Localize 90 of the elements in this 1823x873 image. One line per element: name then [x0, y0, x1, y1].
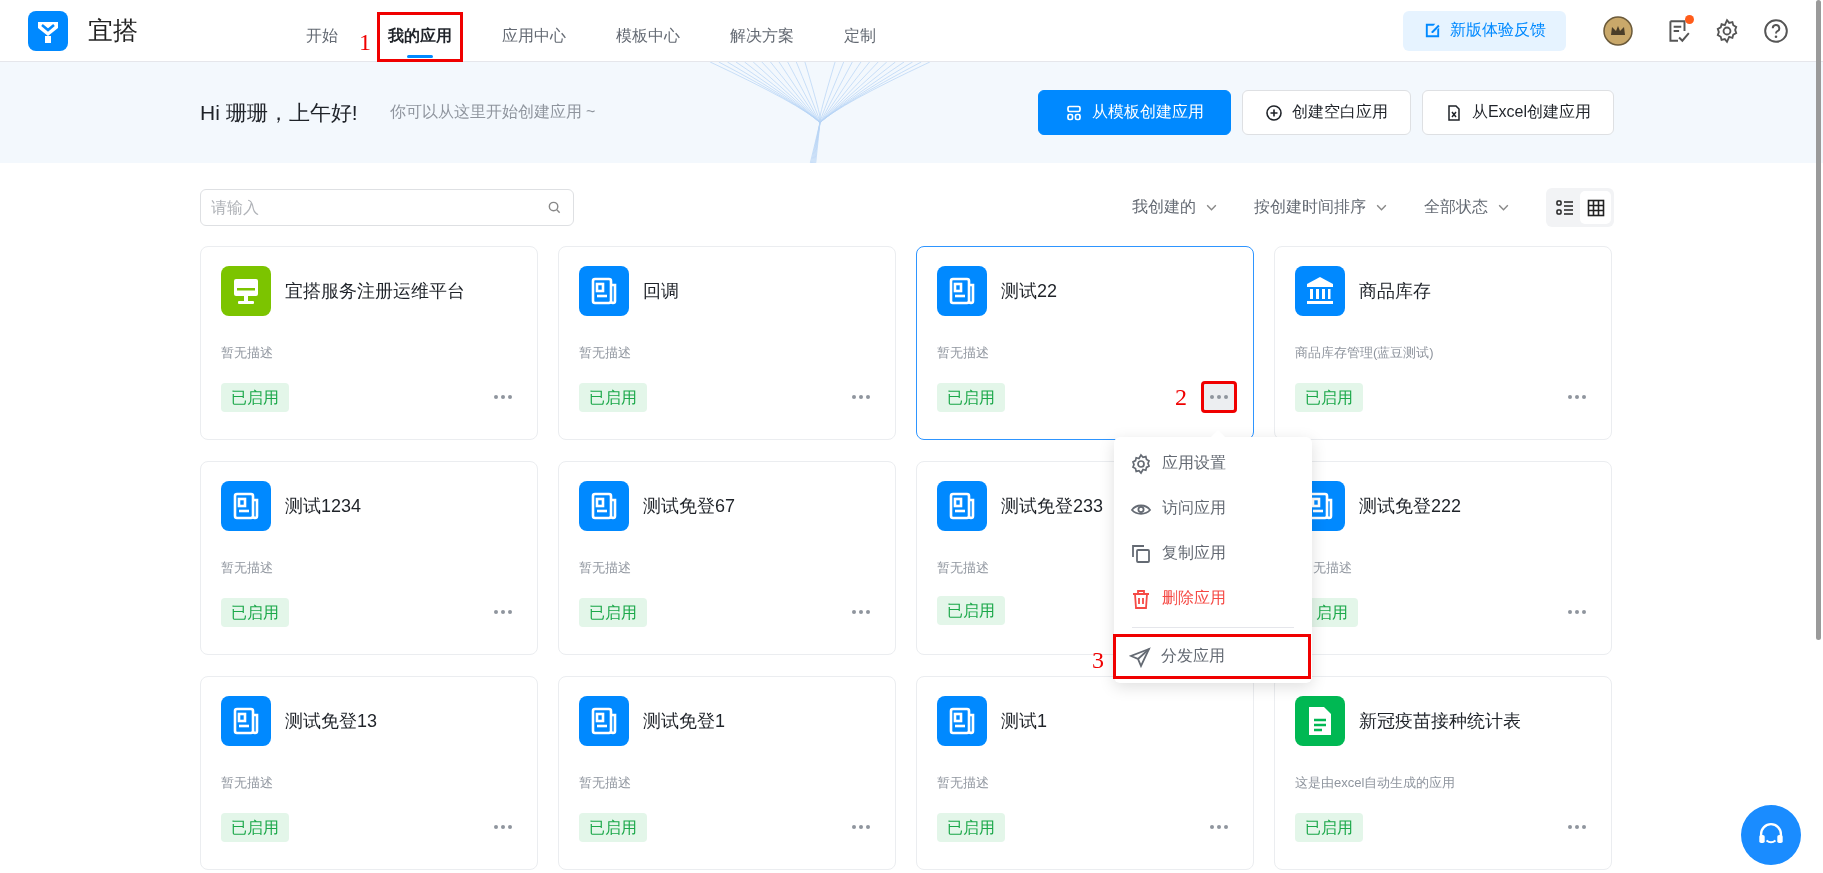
more-icon	[1209, 394, 1229, 400]
create-app-button[interactable]: 创建空白应用	[1241, 90, 1411, 135]
paper-plane-icon	[1129, 645, 1151, 668]
more-icon	[1567, 394, 1587, 400]
scrollbar[interactable]	[1816, 0, 1821, 640]
settings-icon	[1130, 452, 1152, 475]
app-name: 测试免登67	[643, 495, 736, 518]
search-icon	[547, 200, 562, 215]
grid-icon	[1585, 197, 1606, 218]
more-icon	[493, 394, 513, 400]
more-icon	[1209, 824, 1229, 830]
app-name: 商品库存	[1359, 280, 1431, 303]
app-name: 测试1234	[285, 495, 362, 518]
status-tag: 已启用	[221, 382, 289, 412]
app-description: 暂无描述	[937, 775, 989, 790]
app-name: 测试免登13	[285, 710, 378, 733]
grid-view-button[interactable]	[1580, 191, 1611, 224]
list-icon	[1554, 197, 1575, 218]
status-tag: 已启用	[937, 596, 1005, 625]
filter-dropdown[interactable]: 我创建的	[1132, 197, 1218, 218]
nav-tab[interactable]: 定制	[833, 11, 887, 62]
create-app-button[interactable]: 从Excel创建应用	[1421, 90, 1614, 135]
nav-tab[interactable]: 我的应用	[377, 11, 463, 62]
status-tag: 已启用	[221, 597, 289, 627]
annotation-number: 2	[1175, 385, 1187, 409]
app-card[interactable]: 测试1 暂无描述 已启用	[916, 676, 1254, 870]
customer-service-button[interactable]	[1741, 805, 1801, 865]
app-card[interactable]: 测试1234 暂无描述 已启用	[200, 461, 538, 655]
status-tag: 已启用	[937, 812, 1005, 842]
greeting-subtitle: 你可以从这里开始创建应用 ~	[389, 102, 596, 122]
more-button[interactable]	[1201, 381, 1237, 413]
trash-icon	[1130, 587, 1152, 610]
app-card[interactable]: 宜搭服务注册运维平台 暂无描述 已启用	[200, 246, 538, 440]
search-field[interactable]: 请输入	[200, 189, 574, 226]
product-name: 宜搭	[88, 15, 138, 46]
app-card[interactable]: 回调 暂无描述 已启用	[558, 246, 896, 440]
app-description: 暂无描述	[221, 775, 273, 790]
app-card[interactable]: 新冠疫苗接种统计表 这是由excel自动生成的应用 已启用	[1274, 676, 1612, 870]
nav-tab[interactable]: 开始	[295, 11, 349, 62]
app-name: 新冠疫苗接种统计表	[1359, 710, 1521, 733]
edit-icon	[1423, 21, 1442, 40]
app-description: 暂无描述	[937, 345, 989, 360]
app-description: 暂无描述	[579, 560, 631, 575]
nav-tab[interactable]: 解决方案	[719, 11, 805, 62]
status-tag: 已启用	[221, 812, 289, 842]
more-icon	[851, 609, 871, 615]
status-tag: 已启用	[579, 812, 647, 842]
app-name: 测试免登222	[1359, 495, 1462, 518]
status-tag: 已启用	[1295, 382, 1363, 412]
app-name: 宜搭服务注册运维平台	[285, 280, 465, 303]
settings-icon[interactable]	[1714, 17, 1740, 44]
nav-tab[interactable]: 应用中心	[491, 11, 577, 62]
template-icon	[1064, 103, 1083, 122]
logo-icon[interactable]	[28, 10, 68, 51]
app-description: 暂无描述	[579, 775, 631, 790]
app-name: 测试免登1	[643, 710, 725, 733]
app-description: 这是由excel自动生成的应用	[1295, 775, 1456, 790]
app-name: 测试1	[1001, 710, 1047, 733]
app-description: 暂无描述	[579, 345, 631, 360]
filter-dropdown[interactable]: 全部状态	[1424, 197, 1510, 218]
app-description: 暂无描述	[221, 560, 273, 575]
more-icon	[851, 394, 871, 400]
status-tag: 已启用	[937, 382, 1005, 412]
nav-tab[interactable]: 模板中心	[605, 11, 691, 62]
app-name: 回调	[643, 280, 679, 303]
status-tag: 启用	[1312, 597, 1358, 627]
copy-icon	[1130, 542, 1152, 565]
filter-dropdown[interactable]: 按创建时间排序	[1254, 197, 1388, 218]
status-tag: 已启用	[1295, 812, 1363, 842]
more-icon	[1567, 824, 1587, 830]
app-card[interactable]: 测试免登67 暂无描述 已启用	[558, 461, 896, 655]
more-icon	[1567, 609, 1587, 615]
app-card[interactable]: 测试免登1 暂无描述 已启用	[558, 676, 896, 870]
app-name: 测试免登233	[1001, 495, 1104, 518]
add-circle-icon	[1264, 103, 1283, 122]
app-card[interactable]: 测试免登13 暂无描述 已启用	[200, 676, 538, 870]
annotation-number: 1	[359, 29, 371, 54]
more-icon	[493, 824, 513, 830]
status-tag: 已启用	[579, 597, 647, 627]
more-icon	[851, 824, 871, 830]
app-description: 暂无描述	[937, 560, 989, 575]
help-icon[interactable]	[1763, 17, 1789, 44]
app-card[interactable]: 商品库存 商品库存管理(蓝豆测试) 已启用	[1274, 246, 1612, 440]
more-icon	[493, 609, 513, 615]
status-tag: 已启用	[579, 382, 647, 412]
app-description: 暂无描述	[221, 345, 273, 360]
app-description: 无描述	[1313, 560, 1352, 575]
avatar[interactable]	[1603, 15, 1633, 46]
greeting: Hi 珊珊，上午好!	[200, 99, 358, 126]
app-name: 测试22	[1001, 280, 1058, 303]
